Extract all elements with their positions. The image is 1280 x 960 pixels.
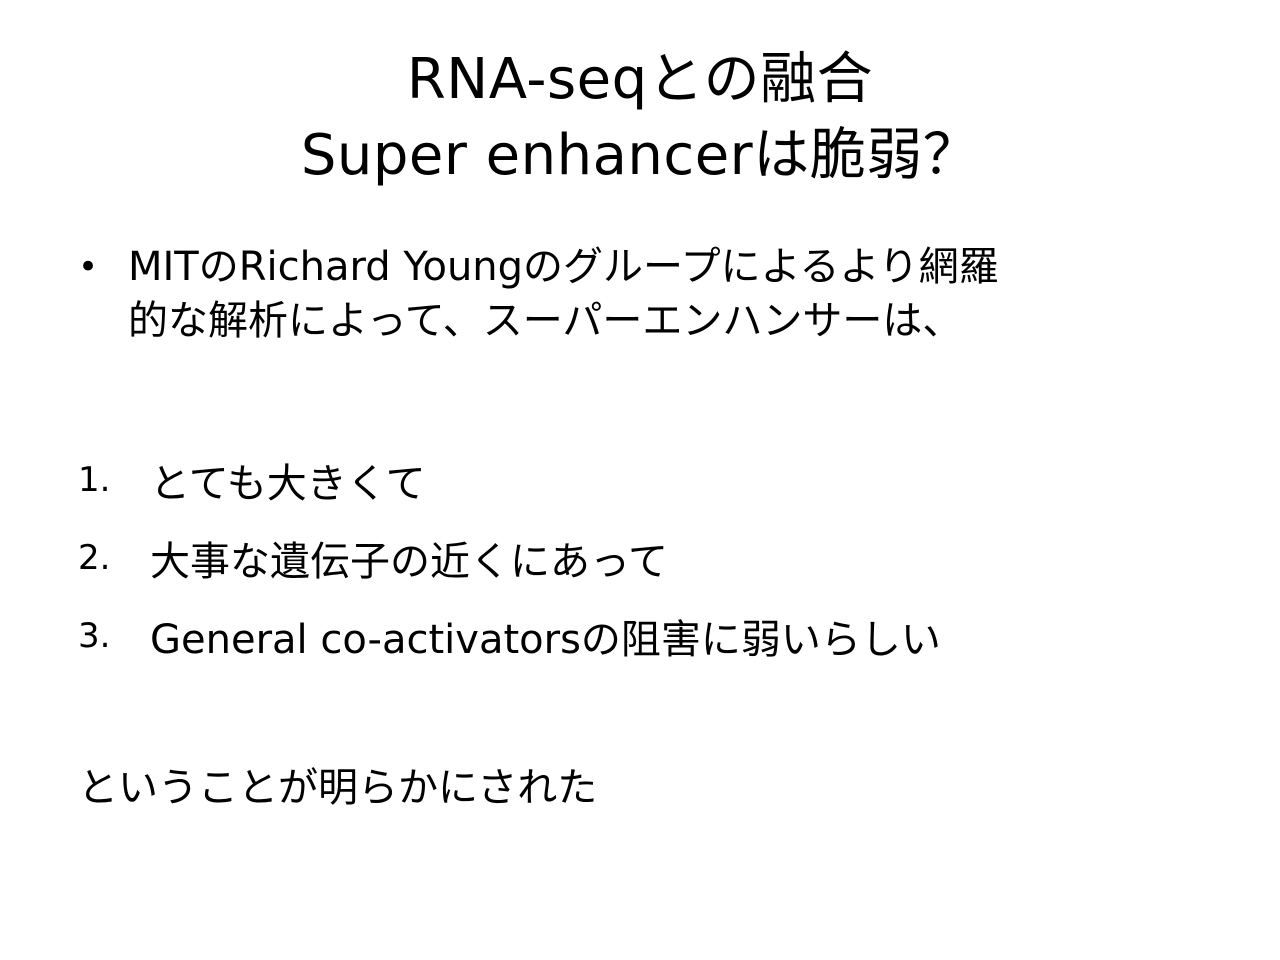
numbered-item-3: 3. General co-activatorsの阻害に弱いらしい <box>78 608 1218 664</box>
slide: RNA-seqとの融合 Super enhancerは脆弱？ • MITのRic… <box>0 0 1280 960</box>
item-number: 3. <box>78 616 111 656</box>
item-text: General co-activatorsの阻害に弱いらしい <box>150 617 941 663</box>
numbered-item-2: 2. 大事な遺伝子の近くにあって <box>78 530 1218 586</box>
bullet-text-line-2: 的な解析によって、スーパーエンハンサーは、 <box>128 298 963 344</box>
slide-title: RNA-seqとの融合 Super enhancerは脆弱？ <box>0 42 1280 194</box>
title-line-2: Super enhancerは脆弱？ <box>300 123 980 188</box>
bullet-text-line-1: MITのRichard Youngのグループによるより網羅 <box>128 244 999 290</box>
bullet-dot-icon: • <box>78 247 99 287</box>
numbered-item-1: 1. とても大きくて <box>78 452 1218 508</box>
bullet-text: MITのRichard Youngのグループによるより網羅 的な解析によって、ス… <box>128 240 999 348</box>
item-number: 1. <box>78 460 111 500</box>
bullet-item: • MITのRichard Youngのグループによるより網羅 的な解析によって… <box>78 240 1198 348</box>
item-text: とても大きくて <box>150 461 426 507</box>
item-text: 大事な遺伝子の近くにあって <box>150 539 668 585</box>
title-line-1: RNA-seqとの融合 <box>406 47 874 112</box>
numbered-list: 1. とても大きくて 2. 大事な遺伝子の近くにあって 3. General c… <box>78 452 1218 686</box>
conclusion-text: ということが明らかにされた <box>78 765 598 811</box>
bullet-list: • MITのRichard Youngのグループによるより網羅 的な解析によって… <box>78 240 1198 348</box>
item-number: 2. <box>78 538 111 578</box>
